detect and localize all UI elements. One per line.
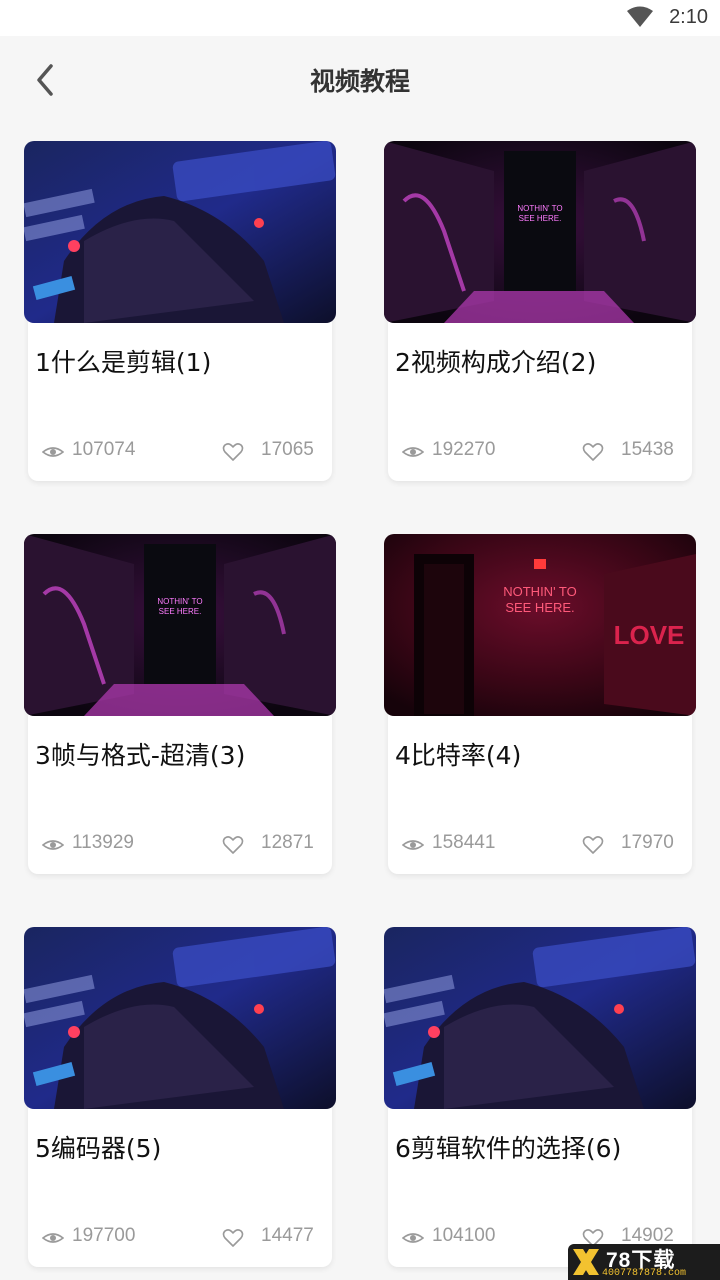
video-thumbnail: NOTHIN' TO SEE HERE. [24,534,336,716]
like-count: 12871 [261,832,314,853]
view-count: 158441 [432,832,496,853]
app-header: 视频教程 [0,36,720,124]
video-thumbnail: NOTHIN' TO SEE HERE. [384,141,696,323]
video-title: 3帧与格式-超清(3) [35,741,246,770]
svg-text:LOVE: LOVE [614,620,685,650]
video-title: 5编码器(5) [35,1134,162,1163]
video-stats: 158441 17970 [384,832,696,858]
heart-icon[interactable] [582,834,604,856]
like-count: 17970 [621,832,674,853]
like-count: 14477 [261,1225,314,1246]
video-title: 4比特率(4) [395,741,522,770]
view-count: 113929 [72,832,134,853]
video-stats: 107074 17065 [24,439,336,465]
video-card[interactable]: 6剪辑软件的选择(6) 104100 14902 [384,927,696,1267]
view-count: 107074 [72,439,136,460]
video-card[interactable]: 1什么是剪辑(1) 107074 17065 [24,141,336,481]
watermark-phone: 4007787878.com [602,1268,687,1279]
video-title: 1什么是剪辑(1) [35,348,212,377]
like-count: 15438 [621,439,674,460]
svg-text:SEE HERE.: SEE HERE. [519,214,562,223]
video-stats: 113929 12871 [24,832,336,858]
eye-icon [402,447,424,457]
video-card[interactable]: NOTHIN' TO SEE HERE. 3帧与格式-超清(3) 113929 … [24,534,336,874]
eye-icon [402,840,424,850]
svg-text:NOTHIN' TO: NOTHIN' TO [517,204,562,213]
svg-text:NOTHIN' TO: NOTHIN' TO [503,584,577,599]
wifi-icon [627,6,653,27]
like-count: 17065 [261,439,314,460]
watermark-logo: 78下载 4007787878.com [568,1244,720,1280]
svg-text:SEE HERE.: SEE HERE. [159,607,202,616]
video-thumbnail [24,141,336,323]
heart-icon[interactable] [222,441,244,463]
status-time: 2:10 [669,6,708,28]
eye-icon [402,1233,424,1243]
video-card[interactable]: 5编码器(5) 197700 14477 [24,927,336,1267]
eye-icon [42,840,64,850]
video-card[interactable]: NOTHIN' TO SEE HERE. 2视频构成介绍(2) 192270 1… [384,141,696,481]
video-title: 6剪辑软件的选择(6) [395,1134,622,1163]
status-bar: 2:10 [0,0,720,36]
view-count: 197700 [72,1225,136,1246]
view-count: 104100 [432,1225,496,1246]
heart-icon[interactable] [582,441,604,463]
page-title: 视频教程 [309,67,410,96]
svg-text:SEE HERE.: SEE HERE. [505,600,574,615]
video-stats: 197700 14477 [24,1225,336,1251]
eye-icon [42,1233,64,1243]
video-thumbnail [24,927,336,1109]
heart-icon[interactable] [222,1227,244,1249]
svg-text:NOTHIN' TO: NOTHIN' TO [157,597,202,606]
video-thumbnail [384,927,696,1109]
video-title: 2视频构成介绍(2) [395,348,597,377]
view-count: 192270 [432,439,496,460]
video-card[interactable]: LOVE NOTHIN' TO SEE HERE. 4比特率(4) 158441… [384,534,696,874]
heart-icon[interactable] [222,834,244,856]
eye-icon [42,447,64,457]
video-stats: 192270 15438 [384,439,696,465]
video-thumbnail: LOVE NOTHIN' TO SEE HERE. [384,534,696,716]
x-logo-icon [573,1249,599,1275]
